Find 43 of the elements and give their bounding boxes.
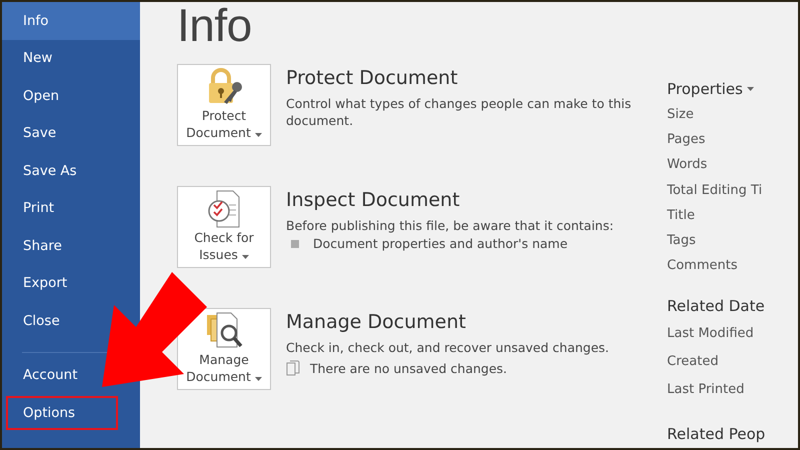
property-label: Total Editing Ti (667, 182, 764, 200)
menu-item[interactable]: Save As (19, 152, 81, 190)
property-label: Comments (667, 257, 738, 276)
caret-icon (242, 255, 249, 259)
menu-item[interactable]: Info (2, 2, 140, 40)
checklist-icon (207, 189, 241, 229)
menu-item[interactable]: Print (19, 190, 58, 227)
section-heading: Related Peop (667, 424, 766, 446)
page-title: Info (177, 2, 253, 53)
menu-item[interactable]: Share (19, 227, 66, 264)
property-label: Tags (667, 232, 697, 250)
bullet-text: Document properties and author's name (313, 236, 568, 251)
menu-item[interactable]: Open (19, 77, 64, 114)
menu-item[interactable]: Export (19, 264, 72, 302)
menu-item[interactable]: Close (19, 302, 64, 340)
section-title: Inspect Document (286, 189, 461, 211)
caret-icon (746, 87, 754, 91)
menu-item[interactable]: Account (19, 356, 82, 394)
section-heading: Related Date (667, 296, 766, 318)
caret-icon (254, 377, 262, 381)
section-title: Protect Document (286, 67, 459, 89)
protect-button[interactable]: Protect Document (177, 64, 271, 146)
caret-icon (254, 133, 262, 137)
manage-button[interactable]: Manage Document (177, 308, 271, 390)
date-label: Last Modified (667, 324, 755, 343)
bullet-icon (291, 240, 299, 248)
section-description: Control what types of changes people can make to this document. (286, 95, 632, 129)
menu-item[interactable]: Save (19, 114, 60, 152)
inspect-button[interactable]: Check for Issues (177, 186, 271, 268)
property-label: Words (667, 156, 708, 174)
section-description: Check in, check out, and recover unsaved changes. (286, 339, 610, 356)
menu-item[interactable]: New (19, 40, 56, 77)
date-label: Last Printed (667, 380, 746, 399)
section-description: Before publishing this file, be aware that it contains: (286, 217, 614, 234)
property-label: Pages (667, 131, 706, 150)
property-label: Title (667, 206, 696, 225)
property-label: Size (667, 106, 695, 124)
document-icon (286, 360, 300, 376)
section-title: Manage Document (286, 311, 467, 333)
properties-heading[interactable]: Properties (667, 76, 766, 102)
date-label: Created (667, 352, 720, 371)
note-text: There are no unsaved changes. (310, 360, 508, 376)
menu-item[interactable]: Options (6, 396, 118, 430)
